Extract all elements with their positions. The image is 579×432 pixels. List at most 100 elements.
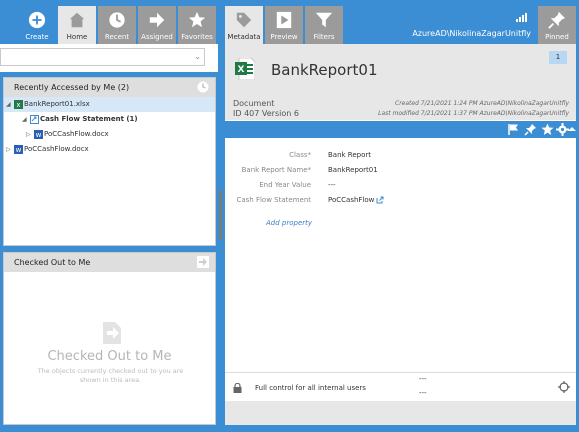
- property-label: Cash Flow Statement: [236, 196, 311, 204]
- tag-icon: [236, 12, 252, 28]
- document-header: X BankReport01 1 Document ID 407 Version…: [225, 44, 576, 120]
- metadata-panel: X BankReport01 1 Document ID 407 Version…: [225, 44, 576, 425]
- permissions-text: Full control for all internal users: [255, 384, 366, 392]
- chevron-up-icon[interactable]: [568, 123, 576, 136]
- tab-pinned-label: Pinned: [545, 33, 569, 41]
- checked-out-panel: Checked Out to Me Checked Out to Me The …: [3, 252, 216, 425]
- tab-favorites-label: Favorites: [181, 33, 213, 41]
- checked-out-header[interactable]: Checked Out to Me: [4, 253, 215, 272]
- tree-item-label: Cash Flow Statement (1): [40, 115, 138, 123]
- tree-item-poccashflow[interactable]: ▷ w PoCCashFlow.docx: [4, 142, 215, 157]
- permissions-dash: ---: [419, 375, 427, 383]
- tab-filters[interactable]: Filters: [305, 6, 343, 44]
- add-property-link[interactable]: Add property: [266, 219, 312, 227]
- tab-preview[interactable]: Preview: [265, 6, 303, 44]
- plus-circle-icon: [28, 11, 46, 29]
- svg-text:w: w: [36, 131, 42, 139]
- created-info: Created 7/21/2021 1:24 PM AzureAD\Nikoli…: [395, 100, 569, 107]
- property-row-cash-flow-statement[interactable]: Cash Flow Statement PoCCashFlow: [225, 193, 576, 208]
- expand-arrow-icon[interactable]: ▷: [26, 127, 31, 142]
- permissions-bar[interactable]: Full control for all internal users --- …: [225, 372, 576, 401]
- properties-list: Class* Bank Report Bank Report Name* Ban…: [225, 148, 576, 208]
- modified-info: Last modified 7/21/2021 1:37 PM AzureAD\…: [378, 110, 569, 117]
- tree-item-cashflow-group[interactable]: ◢ Cash Flow Statement (1): [4, 112, 215, 127]
- property-value[interactable]: Bank Report: [328, 148, 371, 163]
- home-icon: [69, 12, 85, 28]
- play-icon: [276, 11, 292, 29]
- checked-out-empty-icon: [103, 322, 121, 344]
- tab-metadata[interactable]: Metadata: [225, 6, 263, 44]
- pin-icon[interactable]: [524, 123, 537, 136]
- tree-item-poccashflow-child[interactable]: ▷ w PoCCashFlow.docx: [4, 127, 215, 142]
- excel-document-icon: X: [235, 58, 255, 80]
- star-icon[interactable]: [541, 123, 554, 136]
- clock-icon: [109, 12, 125, 28]
- property-label: Class*: [289, 151, 311, 159]
- document-id-version: ID 407 Version 6: [233, 109, 299, 118]
- create-label: Create: [25, 33, 49, 41]
- tab-pinned[interactable]: Pinned: [538, 6, 576, 44]
- flag-icon[interactable]: [507, 123, 520, 136]
- empty-state-title: Checked Out to Me: [47, 349, 172, 364]
- arrow-right-icon: [197, 256, 209, 268]
- search-area: ⌄: [0, 44, 218, 72]
- folder-link-icon: [30, 115, 39, 124]
- tab-recent-label: Recent: [104, 33, 130, 41]
- property-value[interactable]: BankReport01: [328, 163, 378, 178]
- excel-file-icon: x: [14, 100, 23, 109]
- tab-assigned-label: Assigned: [141, 33, 173, 41]
- tab-home[interactable]: Home: [58, 6, 96, 44]
- svg-text:x: x: [16, 101, 20, 109]
- comment-count-badge[interactable]: 1: [549, 51, 567, 64]
- tree-item-label: BankReport01.xlsx: [24, 100, 90, 108]
- property-label: End Year Value: [259, 181, 311, 189]
- tab-recent[interactable]: Recent: [98, 6, 136, 44]
- tab-filters-label: Filters: [313, 33, 335, 41]
- property-value[interactable]: ---: [328, 178, 336, 193]
- external-link-icon[interactable]: [376, 196, 384, 204]
- permissions-dash: ---: [419, 389, 427, 397]
- tree-item-label: PoCCashFlow.docx: [24, 145, 89, 153]
- recently-accessed-panel: Recently Accessed by Me (2) ◢ x BankRepo…: [3, 77, 216, 246]
- tab-favorites[interactable]: Favorites: [178, 6, 216, 44]
- expand-arrow-icon[interactable]: ▷: [6, 142, 11, 157]
- word-file-icon: w: [14, 145, 23, 154]
- checked-out-header-title: Checked Out to Me: [14, 258, 91, 267]
- word-file-icon: w: [34, 130, 43, 139]
- search-input[interactable]: ⌄: [0, 48, 205, 66]
- property-row-end-year-value[interactable]: End Year Value ---: [225, 178, 576, 193]
- svg-text:X: X: [238, 65, 245, 75]
- signal-icon: [516, 13, 527, 22]
- clock-icon: [197, 81, 209, 93]
- document-title: BankReport01: [271, 61, 378, 79]
- detail-toolbar: Metadata Preview Filters AzureAD\Nikolin…: [222, 0, 579, 44]
- footer-area: [225, 401, 576, 425]
- collapse-arrow-icon[interactable]: ◢: [22, 112, 27, 127]
- tab-assigned[interactable]: Assigned: [138, 6, 176, 44]
- star-icon: [188, 11, 206, 28]
- svg-text:w: w: [16, 146, 22, 154]
- tab-preview-label: Preview: [270, 33, 298, 41]
- tab-home-label: Home: [66, 33, 88, 41]
- chevron-down-icon[interactable]: ⌄: [194, 52, 201, 61]
- property-value[interactable]: PoCCashFlow: [328, 193, 374, 208]
- property-label: Bank Report Name*: [241, 166, 311, 174]
- tab-metadata-label: Metadata: [227, 33, 261, 41]
- filter-icon: [315, 12, 333, 28]
- document-type: Document: [233, 99, 275, 108]
- empty-state-description: The objects currently checked out to you…: [37, 367, 184, 384]
- tree-item-label: PoCCashFlow.docx: [44, 130, 109, 138]
- arrow-right-icon: [149, 12, 165, 28]
- pin-icon: [548, 11, 566, 29]
- property-row-bank-report-name[interactable]: Bank Report Name* BankReport01: [225, 163, 576, 178]
- lock-icon: [233, 383, 242, 393]
- action-bar: [225, 121, 576, 138]
- recently-accessed-header[interactable]: Recently Accessed by Me (2): [4, 78, 215, 97]
- target-icon[interactable]: [558, 381, 570, 393]
- create-button[interactable]: Create: [18, 6, 56, 44]
- tree-item-bankreport[interactable]: ◢ x BankReport01.xlsx: [4, 97, 215, 112]
- user-name[interactable]: AzureAD\NikolinaZagarUnitfly: [412, 29, 531, 38]
- panel-splitter[interactable]: [219, 190, 222, 240]
- collapse-arrow-icon[interactable]: ◢: [6, 97, 11, 112]
- property-row-class[interactable]: Class* Bank Report: [225, 148, 576, 163]
